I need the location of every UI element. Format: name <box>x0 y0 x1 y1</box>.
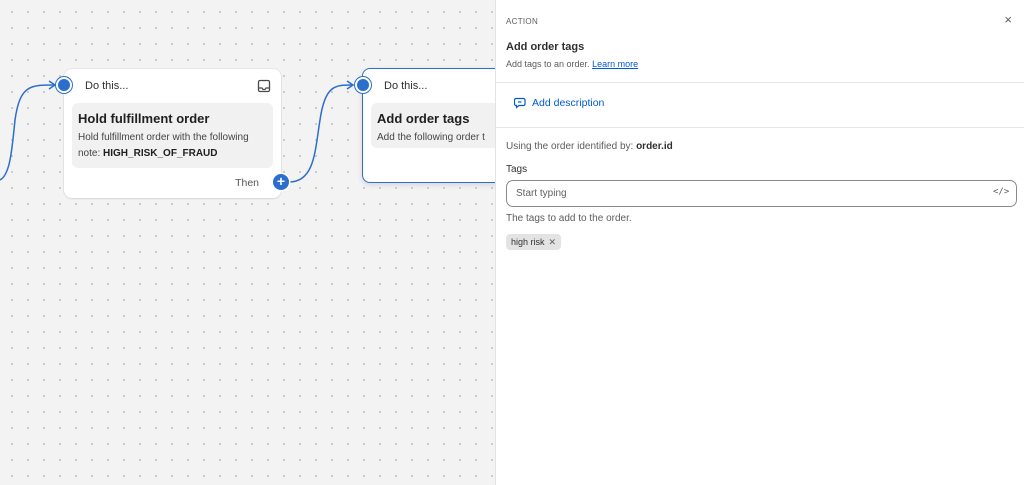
using-order-text: Using the order identified by: order.id <box>506 141 673 152</box>
tag-chip: high risk ✕ <box>506 234 562 250</box>
node-body: Add order tags Add the following order t <box>371 103 495 148</box>
close-icon[interactable]: × <box>1004 12 1012 27</box>
node-head: Do this... <box>85 80 129 92</box>
node-add-order-tags[interactable]: Do this... Add order tags Add the follow… <box>362 68 495 183</box>
add-description-label: Add description <box>532 97 605 109</box>
add-description-button[interactable]: Add description <box>514 97 604 109</box>
node-description: Hold fulfillment order with the followin… <box>78 132 249 159</box>
tags-label: Tags <box>506 164 528 175</box>
panel-title: Add order tags <box>506 41 585 53</box>
remove-tag-icon[interactable]: ✕ <box>549 237 557 248</box>
node-title: Hold fulfillment order <box>78 111 210 126</box>
tags-input[interactable] <box>506 180 1017 207</box>
panel-subtitle: Add tags to an order. Learn more <box>506 59 639 69</box>
tags-help-text: The tags to add to the order. <box>506 213 632 224</box>
note-value: HIGH_RISK_OF_FRAUD <box>103 148 218 159</box>
workflow-canvas[interactable]: Do this... Hold fulfillment order Hold f… <box>0 0 495 485</box>
then-label: Then <box>235 177 259 189</box>
code-icon[interactable]: </> <box>993 187 1009 197</box>
node-title: Add order tags <box>377 111 470 126</box>
node-hold-fulfillment[interactable]: Do this... Hold fulfillment order Hold f… <box>64 69 281 198</box>
note-icon[interactable] <box>257 79 271 93</box>
divider <box>496 127 1024 128</box>
input-port[interactable] <box>56 77 72 93</box>
comment-edit-icon <box>514 97 526 109</box>
divider <box>496 82 1024 83</box>
action-panel: ACTION × Add order tags Add tags to an o… <box>495 0 1024 485</box>
input-port[interactable] <box>355 77 371 93</box>
node-head: Do this... <box>384 80 428 92</box>
order-id-value: order.id <box>636 141 673 152</box>
learn-more-link[interactable]: Learn more <box>592 59 638 69</box>
panel-kicker: ACTION <box>506 17 539 26</box>
tag-chip-label: high risk <box>511 237 545 247</box>
node-description: Add the following order t <box>377 132 485 143</box>
node-body: Hold fulfillment order Hold fulfillment … <box>72 103 273 168</box>
add-step-button[interactable]: + <box>273 174 289 190</box>
